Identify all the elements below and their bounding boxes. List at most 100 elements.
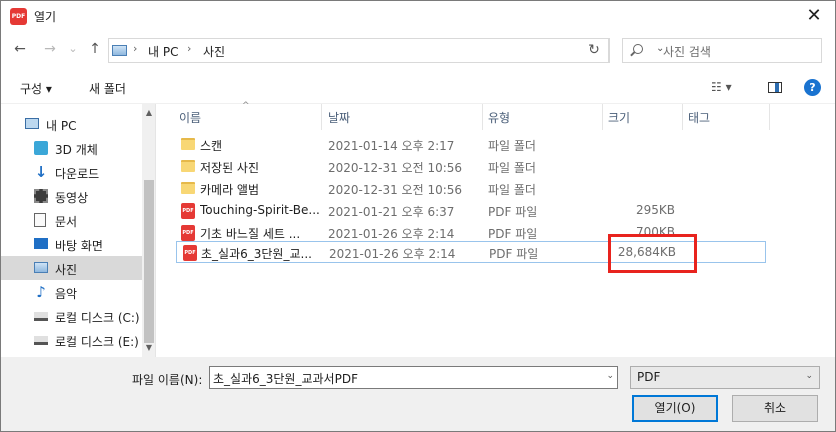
desktop-icon <box>34 238 48 249</box>
sidebar-item-label: 3D 개체 <box>55 143 98 157</box>
column-header-tags[interactable]: 태그 <box>688 109 710 126</box>
breadcrumb-separator-icon[interactable]: › <box>187 42 191 55</box>
drive-icon <box>34 336 48 345</box>
sidebar-scroll-thumb[interactable] <box>144 180 154 343</box>
pc-icon <box>25 118 39 129</box>
new-folder-button[interactable]: 새 폴더 <box>89 80 126 97</box>
filename-input[interactable]: 초_실과6_3단원_교과서PDF ⌄ <box>209 366 618 389</box>
file-date: 2021-01-26 오후 2:14 <box>329 247 456 261</box>
sidebar-item-label: 다운로드 <box>55 167 100 181</box>
column-header-size[interactable]: 크기 <box>608 109 630 126</box>
sidebar-item-documents[interactable]: 문서 <box>1 208 142 232</box>
window-title: 열기 <box>34 10 57 24</box>
pdf-file-icon: PDF <box>181 225 195 241</box>
cube-icon <box>34 141 48 155</box>
sidebar-item-label: 음악 <box>55 287 78 301</box>
refresh-icon[interactable]: ↻ <box>580 38 609 63</box>
sidebar-item-drive-c[interactable]: 로컬 디스크 (C:) <box>1 304 142 328</box>
sidebar-item-this-pc[interactable]: 내 PC <box>1 112 142 136</box>
sidebar-item-3d-objects[interactable]: 3D 개체 <box>1 136 142 160</box>
sidebar-item-label: 내 PC <box>46 119 77 133</box>
sidebar-item-music[interactable]: ♪ 음악 <box>1 280 142 304</box>
file-type: 파일 폴더 <box>488 183 536 197</box>
scroll-down-icon[interactable]: ▼ <box>142 341 155 355</box>
file-type: PDF 파일 <box>489 247 539 261</box>
breadcrumb-pictures[interactable]: 사진 <box>203 43 225 60</box>
breadcrumb-this-pc[interactable]: 내 PC <box>148 43 178 60</box>
file-date: 2021-01-14 오후 2:17 <box>328 139 455 153</box>
breadcrumb-separator-icon[interactable]: › <box>133 42 137 55</box>
file-type: PDF 파일 <box>488 227 538 241</box>
column-divider[interactable] <box>482 104 483 130</box>
sort-ascending-icon: ^ <box>242 101 250 111</box>
navigation-pane: 내 PC 3D 개체 ↓ 다운로드 동영상 문서 바탕 화면 사진 ♪ 음악 로… <box>1 104 156 357</box>
file-name: 스캔 <box>200 139 223 153</box>
chevron-down-icon[interactable]: ⌄ <box>606 371 614 381</box>
file-list: 이름 ^ 날짜 유형 크기 태그 스캔 2021-01-14 오후 2:17 파… <box>157 101 835 357</box>
open-button[interactable]: 열기(O) <box>632 395 718 422</box>
pdf-app-icon: PDF <box>10 8 27 25</box>
sidebar-item-label: 사진 <box>55 263 78 277</box>
sidebar-item-drive-e[interactable]: 로컬 디스크 (E:) <box>1 328 142 352</box>
document-icon <box>34 213 46 227</box>
address-bar[interactable]: › 내 PC › 사진 ⌄ <box>108 38 664 63</box>
annotation-highlight-box <box>608 234 697 273</box>
file-date: 2021-01-21 오후 6:37 <box>328 205 455 219</box>
pdf-file-icon: PDF <box>181 203 195 219</box>
sidebar-item-label: 문서 <box>55 215 78 229</box>
pictures-folder-icon <box>112 45 127 56</box>
file-date: 2020-12-31 오전 10:56 <box>328 161 463 175</box>
search-placeholder: 사진 검색 <box>663 45 711 59</box>
navigation-bar: ← → ⌄ ↑ › 내 PC › 사진 ⌄ ↻ 사진 검색 <box>1 32 835 68</box>
column-divider[interactable] <box>682 104 683 130</box>
column-header-date[interactable]: 날짜 <box>328 109 350 126</box>
forward-arrow-icon[interactable]: → <box>41 41 59 57</box>
back-arrow-icon[interactable]: ← <box>11 41 29 57</box>
file-date: 2020-12-31 오전 10:56 <box>328 183 463 197</box>
chevron-down-icon[interactable]: ⌄ <box>805 371 813 381</box>
folder-icon <box>181 160 195 172</box>
table-row[interactable]: 카메라 앨범 2020-12-31 오전 10:56 파일 폴더 <box>175 178 766 200</box>
preview-pane-icon[interactable] <box>768 82 782 93</box>
file-type-filter-select[interactable]: PDF ⌄ <box>630 366 820 389</box>
dialog-footer: 파일 이름(N): 초_실과6_3단원_교과서PDF ⌄ PDF ⌄ 열기(O)… <box>1 357 835 431</box>
file-name: 기초 바느질 세트 ... <box>200 227 301 241</box>
column-divider[interactable] <box>321 104 322 130</box>
table-row[interactable]: 저장된 사진 2020-12-31 오전 10:56 파일 폴더 <box>175 156 766 178</box>
drive-icon <box>34 312 48 321</box>
command-toolbar: 구성 ▾ 새 폴더 ☷ ▾ ? <box>1 68 835 104</box>
title-bar: PDF 열기 ✕ <box>1 1 835 32</box>
recent-locations-chevron-icon[interactable]: ⌄ <box>64 42 82 55</box>
close-icon[interactable]: ✕ <box>803 5 825 27</box>
sidebar-item-label: 로컬 디스크 (C:) <box>55 311 140 325</box>
pdf-file-icon: PDF <box>183 245 197 261</box>
up-arrow-icon[interactable]: ↑ <box>86 41 104 57</box>
file-type: 파일 폴더 <box>488 139 536 153</box>
column-divider[interactable] <box>769 104 770 130</box>
column-divider[interactable] <box>602 104 603 130</box>
file-name: 초_실과6_3단원_교... <box>201 247 311 261</box>
music-icon: ♪ <box>36 283 46 301</box>
cancel-button[interactable]: 취소 <box>732 395 818 422</box>
pictures-icon <box>34 262 48 273</box>
help-icon[interactable]: ? <box>804 79 821 96</box>
video-icon <box>34 189 48 203</box>
organize-button[interactable]: 구성 ▾ <box>20 80 52 97</box>
sidebar-item-desktop[interactable]: 바탕 화면 <box>1 232 142 256</box>
sidebar-item-downloads[interactable]: ↓ 다운로드 <box>1 160 142 184</box>
file-name: Touching-Spirit-Be... <box>200 203 320 217</box>
file-type: PDF 파일 <box>488 205 538 219</box>
column-header-name[interactable]: 이름 <box>179 109 201 126</box>
search-input[interactable]: 사진 검색 <box>622 38 822 63</box>
column-header-type[interactable]: 유형 <box>488 109 510 126</box>
search-icon <box>633 44 643 54</box>
scroll-up-icon[interactable]: ▲ <box>142 106 155 120</box>
change-view-icon[interactable]: ☷ ▾ <box>711 80 732 94</box>
file-name: 카메라 앨범 <box>200 183 260 197</box>
file-size: 295KB <box>635 203 675 217</box>
table-row[interactable]: 스캔 2021-01-14 오후 2:17 파일 폴더 <box>175 134 766 156</box>
sidebar-item-videos[interactable]: 동영상 <box>1 184 142 208</box>
sidebar-item-pictures[interactable]: 사진 <box>1 256 142 280</box>
table-row[interactable]: PDF Touching-Spirit-Be... 2021-01-21 오후 … <box>175 200 766 222</box>
filter-value: PDF <box>637 370 661 384</box>
